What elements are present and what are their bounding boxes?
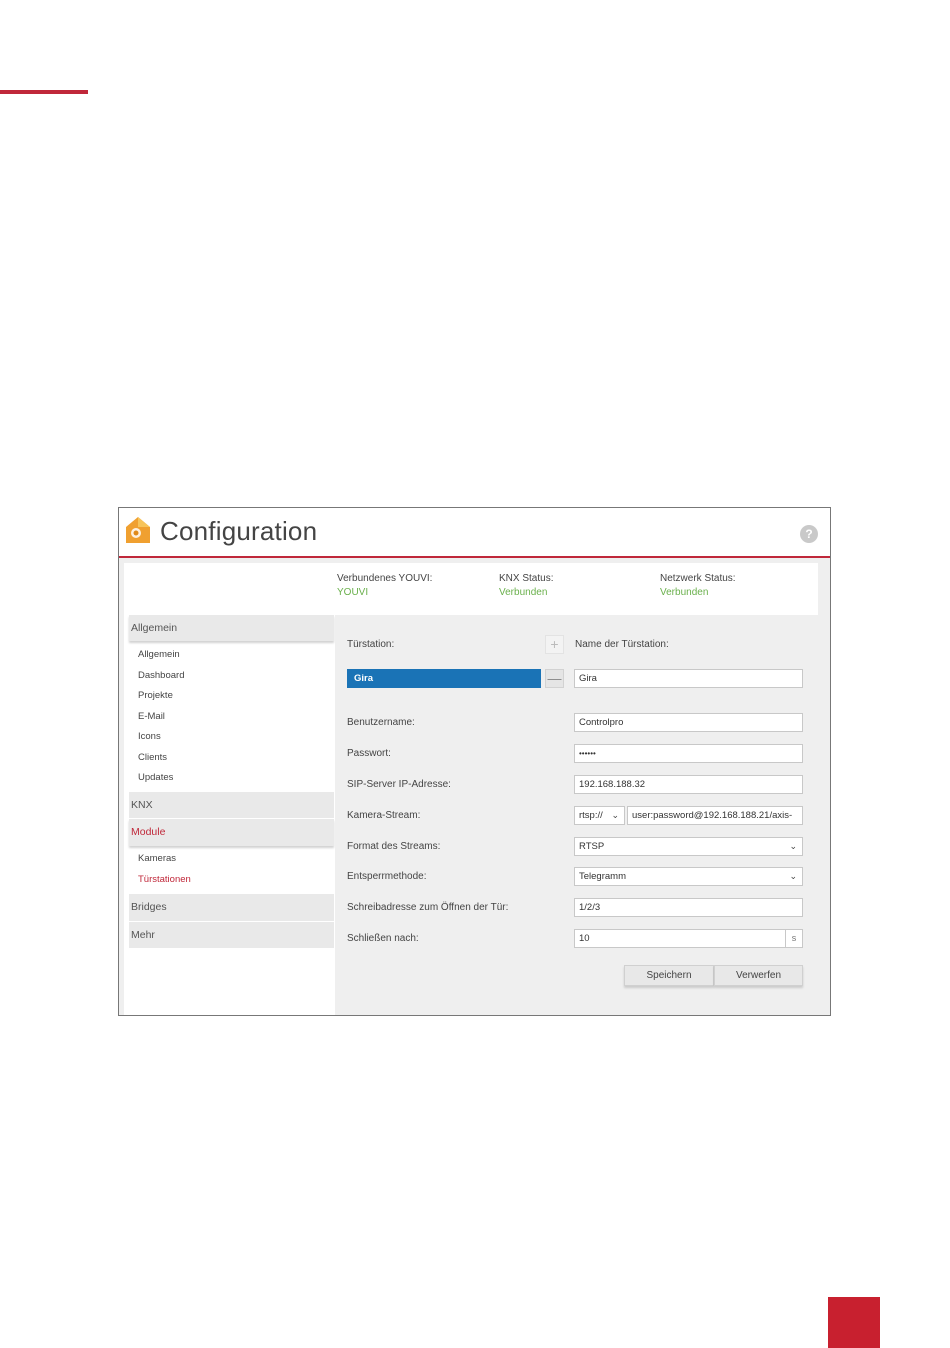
discard-button[interactable]: Verwerfen <box>714 965 803 986</box>
sidebar-item-dashboard[interactable]: Dashboard <box>138 670 184 681</box>
chevron-down-icon: ⌄ <box>789 841 797 851</box>
sidebar-item-clients[interactable]: Clients <box>138 752 167 763</box>
screenshot-window: Configuration ? Verbundenes YOUVI: YOUVI… <box>118 507 831 1016</box>
camera-stream-label: Kamera-Stream: <box>347 810 421 821</box>
stream-format-select[interactable]: RTSP ⌄ <box>574 837 803 856</box>
sidebar-group-bridges[interactable]: Bridges <box>129 894 334 921</box>
sidebar-item-tuerstationen[interactable]: Türstationen <box>138 874 191 885</box>
write-address-input[interactable]: 1/2/3 <box>574 898 803 917</box>
write-address-label: Schreibadresse zum Öffnen der Tür: <box>347 902 509 913</box>
chevron-down-icon: ⌄ <box>611 810 619 820</box>
sidebar-group-mehr[interactable]: Mehr <box>129 922 334 948</box>
status-knx-label: KNX Status: <box>499 573 554 584</box>
page-corner-badge <box>828 1297 880 1348</box>
sidebar-item-allgemein[interactable]: Allgemein <box>138 649 180 660</box>
save-button[interactable]: Speichern <box>624 965 714 986</box>
sidebar-item-updates[interactable]: Updates <box>138 772 173 783</box>
close-after-value: 10 <box>579 933 590 944</box>
close-after-label: Schließen nach: <box>347 933 419 944</box>
unlock-method-label: Entsperrmethode: <box>347 871 427 882</box>
sidebar-group-knx[interactable]: KNX <box>129 792 334 818</box>
door-station-form: Türstation: + Name der Türstation: Gira … <box>335 615 818 1015</box>
door-name-label: Name der Türstation: <box>575 639 669 650</box>
stream-format-label: Format des Streams: <box>347 841 441 852</box>
camera-protocol-select[interactable]: rtsp:// ⌄ <box>574 806 625 825</box>
sidebar-item-icons[interactable]: Icons <box>138 731 161 742</box>
title-bar: Configuration ? <box>119 508 830 556</box>
sidebar-group-module[interactable]: Module <box>129 819 334 846</box>
remove-door-station-button[interactable]: — <box>545 669 564 688</box>
password-input[interactable]: •••••• <box>574 744 803 763</box>
sidebar: Allgemein Allgemein Dashboard Projekte E… <box>129 615 334 1015</box>
camera-stream-input[interactable]: user:password@192.168.188.21/axis- <box>627 806 803 825</box>
username-label: Benutzername: <box>347 717 415 728</box>
password-label: Passwort: <box>347 748 391 759</box>
youvi-logo-icon <box>126 517 150 543</box>
sip-address-input[interactable]: 192.168.188.32 <box>574 775 803 794</box>
sidebar-item-email[interactable]: E-Mail <box>138 711 165 722</box>
chevron-down-icon: ⌄ <box>789 871 797 881</box>
door-station-list-item[interactable]: Gira <box>347 669 541 688</box>
door-name-input[interactable]: Gira <box>574 669 803 688</box>
unlock-method-select[interactable]: Telegramm ⌄ <box>574 867 803 886</box>
status-network-value: Verbunden <box>660 587 709 598</box>
sidebar-item-kameras[interactable]: Kameras <box>138 853 176 864</box>
status-youvi-value: YOUVI <box>337 587 369 598</box>
sidebar-group-allgemein[interactable]: Allgemein <box>129 615 334 641</box>
top-accent-rule <box>0 90 88 94</box>
close-after-input[interactable]: 10 s <box>574 929 803 948</box>
seconds-unit: s <box>785 930 802 947</box>
status-knx-value: Verbunden <box>499 587 548 598</box>
username-input[interactable]: Controlpro <box>574 713 803 732</box>
stream-format-value: RTSP <box>579 841 605 852</box>
unlock-method-value: Telegramm <box>579 871 626 882</box>
camera-protocol-value: rtsp:// <box>579 810 603 821</box>
app-title: Configuration <box>160 516 318 546</box>
add-door-station-button[interactable]: + <box>545 635 564 654</box>
status-network-label: Netzwerk Status: <box>660 573 736 584</box>
question-icon[interactable]: ? <box>800 525 818 543</box>
sidebar-item-projekte[interactable]: Projekte <box>138 690 173 701</box>
status-youvi-label: Verbundenes YOUVI: <box>337 573 433 584</box>
door-station-label: Türstation: <box>347 639 395 650</box>
sip-address-label: SIP-Server IP-Adresse: <box>347 779 451 790</box>
